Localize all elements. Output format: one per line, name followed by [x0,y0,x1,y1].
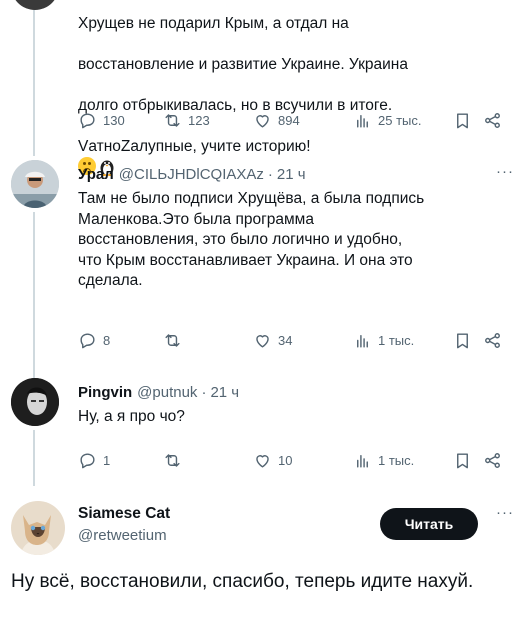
cat-avatar-image [11,501,65,555]
reply-button[interactable]: 130 [78,111,163,130]
views-icon [357,454,368,468]
tweet-text: Там не было подписи Хрущёва, а была подп… [78,190,425,289]
views-count: 1 тыс. [378,452,415,468]
tweet-text-line: восстановление и развитие Украине. Украи… [78,55,408,73]
reply-icon [80,332,95,348]
bookmark-icon [457,332,468,348]
avatar-image [11,378,59,426]
avatar[interactable] [11,0,59,10]
avatar[interactable] [11,160,59,208]
like-button[interactable]: 34 [253,331,353,350]
views-button[interactable]: 25 тыс. [353,111,453,130]
main-tweet-text: Ну всё, восстановили, спасибо, теперь ид… [11,571,474,592]
retweet-icon [165,333,180,347]
tweet-2[interactable]: Урал @CILЬJHDlCQIAXAz · 21 ч ··· Там не … [0,150,532,365]
more-icon[interactable]: ··· [496,504,514,521]
retweet-button[interactable] [163,451,253,470]
share-button[interactable] [483,111,502,130]
views-button[interactable]: 1 тыс. [353,451,453,470]
author-handle[interactable]: @CILЬJHDlCQIAXAz [119,166,264,183]
share-button[interactable] [483,331,502,350]
retweet-button[interactable]: 123 [163,111,253,130]
reply-count: 1 [103,452,111,468]
retweet-count: 123 [188,112,210,128]
author-handle[interactable]: @retweetium [78,527,170,544]
views-count: 25 тыс. [378,112,422,128]
avatar[interactable] [11,378,59,426]
more-icon[interactable]: ··· [496,163,514,180]
like-count: 34 [278,332,293,348]
heart-icon [256,114,269,128]
reply-icon [80,112,95,128]
like-button[interactable]: 10 [253,451,353,470]
reply-icon [80,452,95,468]
avatar-image [11,160,59,208]
reply-count: 130 [103,112,125,128]
tweet-actions: 130 123 894 25 тыс. [78,108,514,132]
share-icon [485,112,500,128]
share-icon [485,332,500,348]
tweet-actions: 1 10 1 тыс. [78,448,514,472]
avatar[interactable] [11,501,65,555]
like-count: 894 [278,112,300,128]
tweet-time[interactable]: 21 ч [277,166,306,183]
author-name[interactable]: Урал [78,166,114,183]
bookmark-button[interactable] [453,111,483,130]
tweet-actions: 8 34 1 тыс. [78,328,514,352]
tweet-time[interactable]: 21 ч [210,384,239,401]
heart-icon [256,334,269,348]
retweet-icon [165,453,180,467]
separator-dot: · [267,165,273,183]
tweet-text: Ну, а я про чо? [78,408,185,425]
bookmark-button[interactable] [453,451,483,470]
reply-count: 8 [103,332,111,348]
tweet-text-line: Хрущев не подарил Крым, а отдал на [78,14,349,32]
follow-button[interactable]: Читать [380,508,478,540]
views-count: 1 тыс. [378,332,415,348]
heart-icon [256,454,269,468]
views-button[interactable]: 1 тыс. [353,331,453,350]
tweet-3[interactable]: Pingvin @putnuk · 21 ч Ну, а я про чо? 1… [0,368,532,478]
views-icon [357,334,368,348]
separator-dot: · [201,383,207,401]
tweet-header: Урал @CILЬJHDlCQIAXAz · 21 ч ··· [78,163,514,185]
share-icon [485,452,500,468]
bookmark-icon [457,452,468,468]
like-count: 10 [278,452,293,468]
retweet-button[interactable] [163,331,253,350]
share-button[interactable] [483,451,502,470]
author-name[interactable]: Siamese Cat [78,505,170,523]
author-name[interactable]: Pingvin [78,384,132,401]
author-handle[interactable]: @putnuk [137,384,197,401]
retweet-icon [165,113,180,127]
views-icon [357,114,368,128]
reply-button[interactable]: 1 [78,451,163,470]
bookmark-icon [457,112,468,128]
like-button[interactable]: 894 [253,111,353,130]
tweet-1[interactable]: Хрущев не подарил Крым, а отдал на восст… [0,0,532,176]
reply-button[interactable]: 8 [78,331,163,350]
tweet-header: Pingvin @putnuk · 21 ч [78,381,514,403]
bookmark-button[interactable] [453,331,483,350]
